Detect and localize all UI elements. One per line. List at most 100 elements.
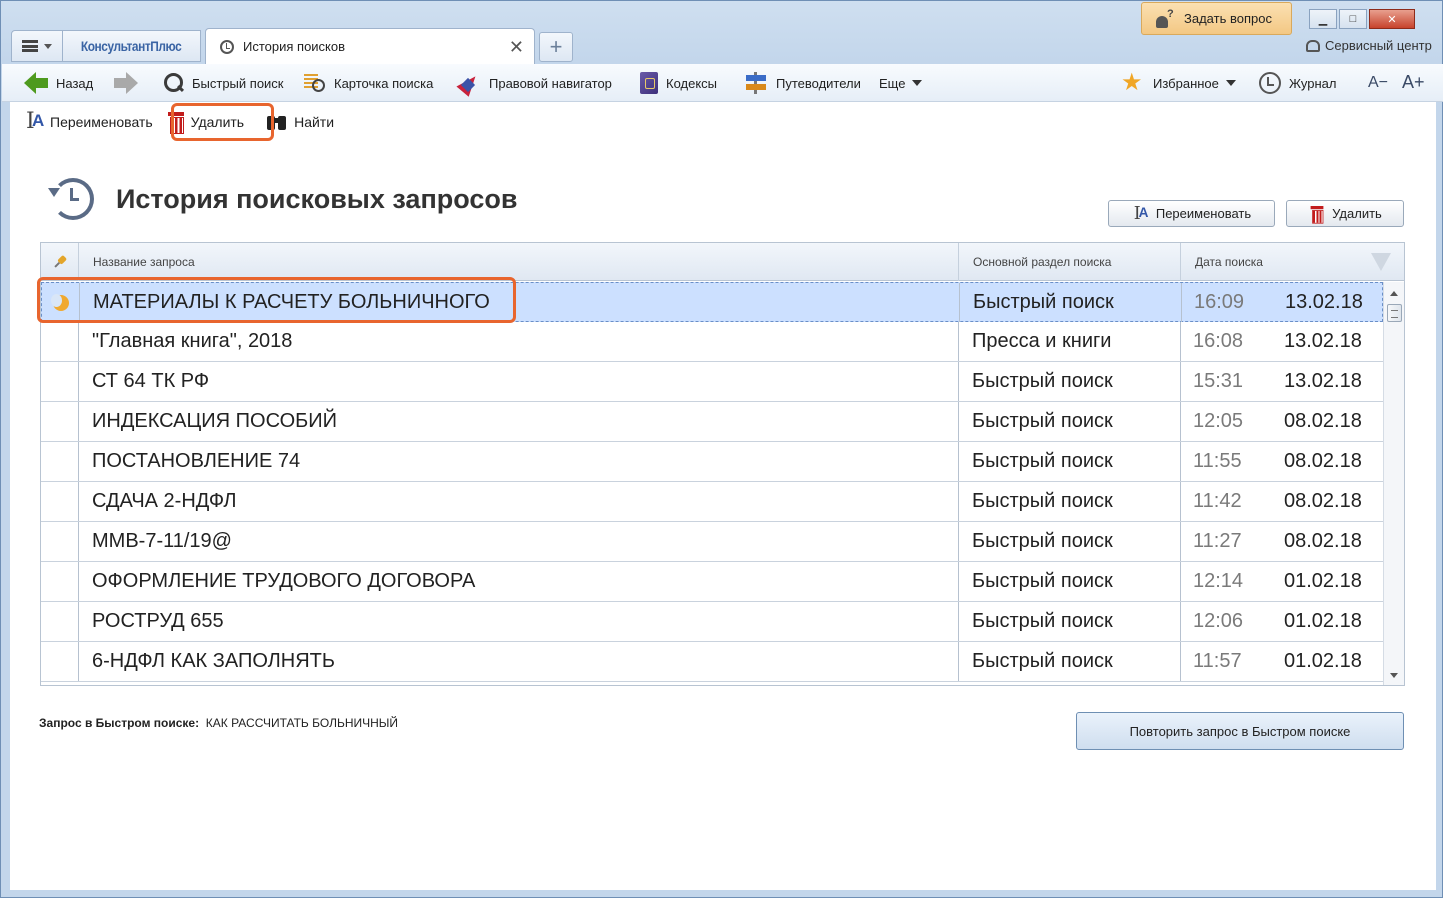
- table-row[interactable]: "Главная книга", 2018 Пресса и книги 16:08…: [41, 322, 1383, 362]
- date-column-label: Дата поиска: [1195, 255, 1263, 269]
- favorites-label: Избранное: [1153, 75, 1219, 91]
- table-row[interactable]: ИНДЕКСАЦИЯ ПОСОБИЙ Быстрый поиск 12:05 08.0…: [41, 402, 1383, 442]
- sort-filter-icon[interactable]: [1371, 253, 1391, 271]
- scroll-up-icon[interactable]: [1390, 291, 1398, 296]
- search-date-cell: 13.02.18: [1284, 370, 1362, 392]
- journal-label: Журнал: [1289, 75, 1337, 91]
- history-icon: [220, 39, 234, 54]
- search-icon: [162, 72, 184, 94]
- row-pin-cell[interactable]: [41, 602, 79, 641]
- search-section-cell: Пресса и книги: [959, 322, 1181, 361]
- find-action[interactable]: Найти: [266, 108, 334, 136]
- search-section-cell: Быстрый поиск: [959, 642, 1181, 681]
- signpost-icon: [744, 72, 768, 94]
- brand-tab[interactable]: КонсультантПлюс: [63, 30, 201, 62]
- font-larger-button[interactable]: A+: [1402, 72, 1425, 93]
- scroll-down-icon[interactable]: [1390, 673, 1398, 678]
- legal-navigator-button[interactable]: Правовой навигатор: [459, 70, 612, 96]
- tab-title: История поисков: [243, 39, 346, 54]
- more-menu-button[interactable]: Еще: [879, 70, 923, 96]
- journal-button[interactable]: Журнал: [1259, 70, 1336, 96]
- main-menu-button[interactable]: [11, 30, 63, 62]
- section-column-header[interactable]: Основной раздел поиска: [959, 243, 1181, 281]
- guides-button[interactable]: Путеводители: [744, 70, 861, 96]
- name-column-header[interactable]: Название запроса: [79, 243, 959, 281]
- search-section-cell: Быстрый поиск: [959, 602, 1181, 641]
- search-time-cell: 11:27: [1193, 530, 1242, 552]
- date-column-header[interactable]: Дата поиска: [1181, 243, 1404, 281]
- selected-row-highlight-frame: [37, 277, 516, 323]
- search-section-cell: Быстрый поиск: [959, 442, 1181, 481]
- page-title: История поисковых запросов: [116, 183, 518, 214]
- find-label: Найти: [294, 114, 335, 130]
- rename-button[interactable]: Переименовать: [1108, 200, 1275, 227]
- service-center-label: Сервисный центр: [1325, 38, 1432, 53]
- maximize-button[interactable]: □: [1339, 9, 1367, 29]
- row-pin-cell[interactable]: [41, 522, 79, 561]
- back-button[interactable]: Назад: [24, 70, 93, 96]
- search-date-cell: 08.02.18: [1284, 490, 1362, 512]
- search-date-cell: 01.02.18: [1284, 610, 1362, 632]
- delete-button[interactable]: Удалить: [1286, 200, 1404, 227]
- table-row[interactable]: СТ 64 ТК РФ Быстрый поиск 15:31 13.02.18: [41, 362, 1383, 402]
- rename-button-label: Переименовать: [1155, 206, 1252, 221]
- clock-icon: [1259, 72, 1281, 94]
- scroll-thumb[interactable]: [1387, 304, 1402, 322]
- row-pin-cell[interactable]: [41, 442, 79, 481]
- font-smaller-button[interactable]: A−: [1368, 74, 1388, 92]
- window-controls: ▁ □ ✕: [1309, 9, 1415, 29]
- query-name-cell: 6-НДФЛ КАК ЗАПОЛНЯТЬ: [79, 642, 959, 681]
- search-section-cell: Быстрый поиск: [959, 522, 1181, 561]
- query-value: КАК РАССЧИТАТЬ БОЛЬНИЧНЫЙ: [205, 716, 399, 730]
- tab-search-history[interactable]: История поисков ✕: [205, 28, 535, 64]
- query-name-cell: ОФОРМЛЕНИЕ ТРУДОВОГО ДОГОВОРА: [79, 562, 959, 601]
- search-time-cell: 12:06: [1193, 610, 1244, 632]
- close-tab-icon[interactable]: ✕: [509, 37, 524, 58]
- repeat-query-button[interactable]: Повторить запрос в Быстром поиске: [1076, 712, 1404, 750]
- search-card-button[interactable]: Карточка поиска: [304, 70, 433, 96]
- rename-action[interactable]: Переименовать: [26, 108, 153, 136]
- row-pin-cell[interactable]: [41, 642, 79, 681]
- search-date-cell: 08.02.18: [1284, 450, 1362, 472]
- phone-icon: [1306, 39, 1320, 52]
- minimize-button[interactable]: ▁: [1309, 9, 1337, 29]
- ask-question-label: Задать вопрос: [1184, 11, 1272, 26]
- search-time-cell: 16:09: [1194, 291, 1245, 313]
- row-pin-cell[interactable]: [41, 322, 79, 361]
- row-pin-cell[interactable]: [41, 562, 79, 601]
- table-row[interactable]: 6-НДФЛ КАК ЗАПОЛНЯТЬ Быстрый поиск 11:57 01…: [41, 642, 1383, 682]
- table-body: МАТЕРИАЛЫ К РАСЧЕТУ БОЛЬНИЧНОГО Быстрый п…: [41, 282, 1383, 682]
- history-icon: [48, 176, 94, 222]
- pin-column-header[interactable]: [41, 243, 79, 281]
- quick-search-button[interactable]: Быстрый поиск: [162, 70, 284, 96]
- ask-question-button[interactable]: Задать вопрос: [1141, 2, 1292, 35]
- search-section-cell: Быстрый поиск: [959, 402, 1181, 441]
- table-row[interactable]: ММВ-7-11/19@ Быстрый поиск 11:27 08.02.18: [41, 522, 1383, 562]
- search-date-cell: 13.02.18: [1285, 291, 1363, 313]
- favorites-button[interactable]: ★ Избранное: [1121, 70, 1236, 96]
- codexes-button[interactable]: Кодексы: [640, 70, 717, 96]
- close-window-button[interactable]: ✕: [1369, 9, 1415, 29]
- row-pin-cell[interactable]: [41, 362, 79, 401]
- query-name-cell: ПОСТАНОВЛЕНИЕ 74: [79, 442, 959, 481]
- navigator-icon: [459, 72, 481, 94]
- forward-button[interactable]: [114, 70, 146, 96]
- service-center-link[interactable]: Сервисный центр: [1306, 38, 1432, 53]
- query-name-cell: "Главная книга", 2018: [79, 322, 959, 361]
- search-time-cell: 16:08: [1193, 330, 1244, 352]
- codexes-label: Кодексы: [666, 75, 718, 91]
- table-row[interactable]: ОФОРМЛЕНИЕ ТРУДОВОГО ДОГОВОРА Быстрый пои…: [41, 562, 1383, 602]
- row-pin-cell[interactable]: [41, 482, 79, 521]
- ask-question-icon: [1154, 8, 1176, 28]
- table-row[interactable]: РОСТРУД 655 Быстрый поиск 12:06 01.02.18: [41, 602, 1383, 642]
- new-tab-button[interactable]: +: [539, 32, 573, 62]
- search-date-cell: 13.02.18: [1284, 330, 1362, 352]
- search-time-cell: 11:57: [1193, 650, 1242, 672]
- table-row[interactable]: ПОСТАНОВЛЕНИЕ 74 Быстрый поиск 11:55 08.02.…: [41, 442, 1383, 482]
- vertical-scrollbar[interactable]: [1383, 282, 1404, 685]
- search-time-cell: 12:05: [1193, 410, 1244, 432]
- search-date-cell: 01.02.18: [1284, 650, 1362, 672]
- table-row[interactable]: СДАЧА 2-НДФЛ Быстрый поиск 11:42 08.02.18: [41, 482, 1383, 522]
- row-pin-cell[interactable]: [41, 402, 79, 441]
- legal-navigator-label: Правовой навигатор: [489, 75, 612, 91]
